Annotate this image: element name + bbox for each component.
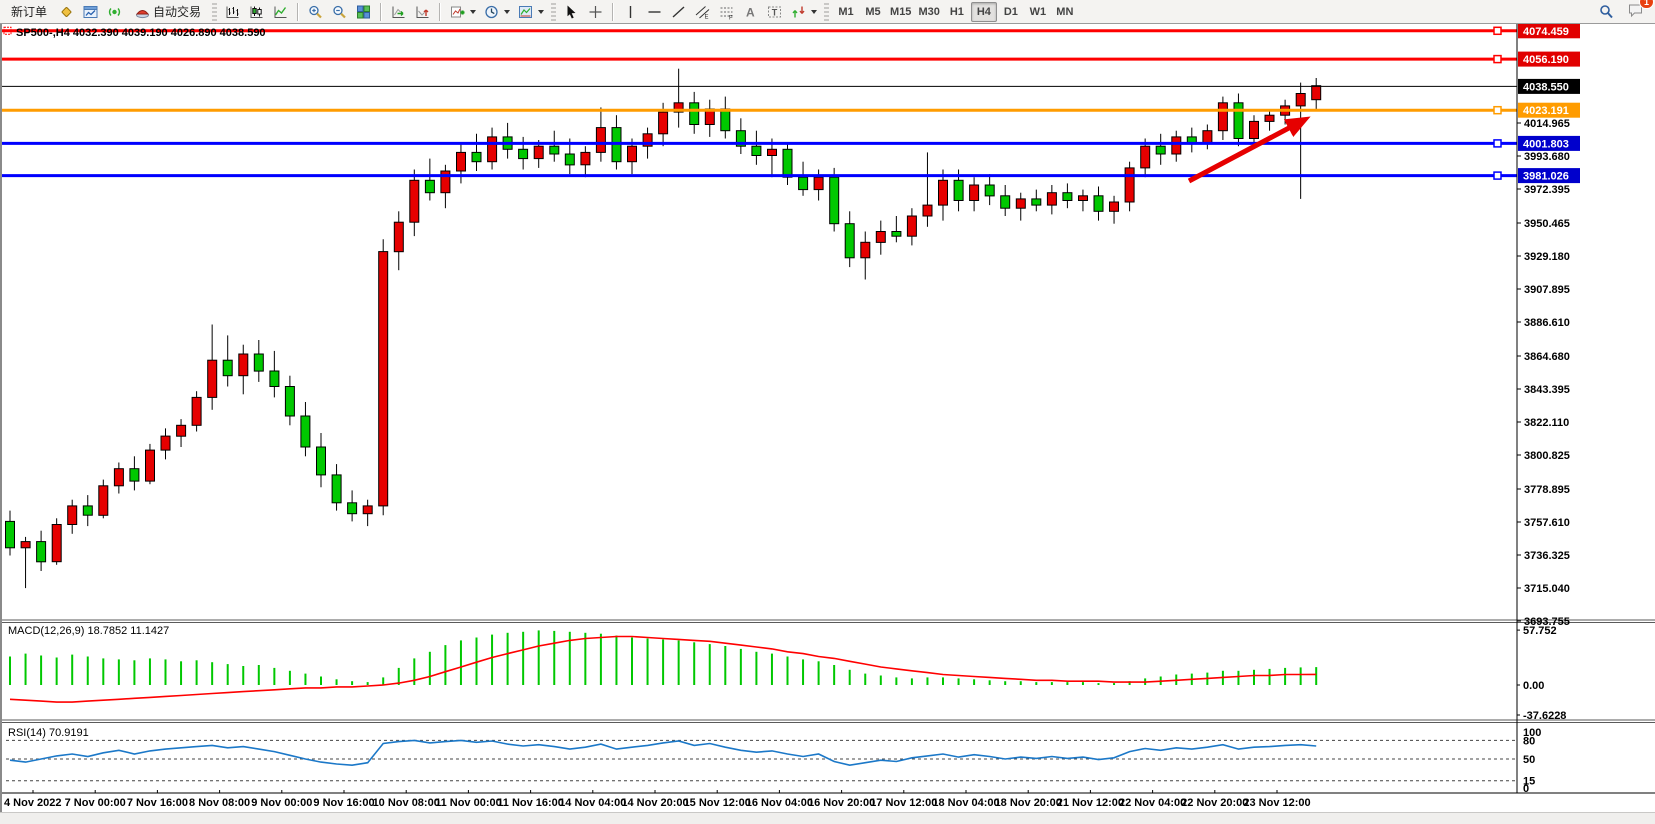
arrows-icon <box>790 4 807 20</box>
timeframe-m5-button[interactable]: M5 <box>860 2 886 22</box>
periods-button[interactable] <box>480 2 513 22</box>
svg-text:A: A <box>746 5 755 19</box>
objects-window-icon <box>414 4 431 20</box>
line-chart-button[interactable] <box>269 2 292 22</box>
chevron-down-icon <box>504 10 510 14</box>
time-axis[interactable] <box>2 793 1517 815</box>
candlestick-chart-icon <box>248 4 265 20</box>
autotrading-label: 自动交易 <box>153 3 201 20</box>
fibonacci-button[interactable]: F <box>715 2 738 22</box>
signal-icon <box>106 4 123 20</box>
zoom-out-icon <box>331 4 348 20</box>
timeframe-m1-button[interactable]: M1 <box>833 2 859 22</box>
autotrading-icon <box>134 4 151 20</box>
indicators-window-icon <box>390 4 407 20</box>
add-indicator-icon <box>449 4 466 20</box>
svg-text:T: T <box>772 7 778 17</box>
zoom-out-button[interactable] <box>328 2 351 22</box>
crosshair-button[interactable] <box>584 2 607 22</box>
trendline-button[interactable] <box>667 2 690 22</box>
notification-badge: 1 <box>1639 0 1654 9</box>
candlestick-chart-button[interactable] <box>245 2 268 22</box>
text-button[interactable]: A <box>739 2 762 22</box>
template-icon <box>517 4 534 20</box>
horizontal-line-button[interactable] <box>643 2 666 22</box>
rsi-indicator-label: RSI(14) 70.9191 <box>8 727 89 739</box>
fibonacci-icon: F <box>718 4 735 20</box>
equidistant-channel-button[interactable]: E <box>691 2 714 22</box>
vertical-line-button[interactable] <box>619 2 642 22</box>
trendline-icon <box>670 4 687 20</box>
toolbar: 新订单 自动交易 E F A T M1 M5 M15 M30 H1 H4 D1 … <box>0 0 1655 24</box>
svg-text:E: E <box>705 14 709 20</box>
new-order-label: 新订单 <box>11 3 47 20</box>
cursor-icon <box>563 4 580 20</box>
timeframe-d1-button[interactable]: D1 <box>998 2 1024 22</box>
bar-chart-icon <box>224 4 241 20</box>
macd-indicator-label: MACD(12,26,9) 18.7852 11.1427 <box>8 625 169 637</box>
zoom-in-button[interactable] <box>304 2 327 22</box>
crosshair-icon <box>587 4 604 20</box>
indicators-window-button[interactable] <box>387 2 410 22</box>
template-button[interactable] <box>514 2 547 22</box>
toolbar-separator <box>612 3 614 21</box>
horizontal-line-icon <box>646 4 663 20</box>
equidistant-channel-icon: E <box>694 4 711 20</box>
market-watch-icon <box>58 4 75 20</box>
chart-window: 4014.9653993.6803972.3953950.4653929.180… <box>0 24 1655 812</box>
toolbar-separator <box>297 3 299 21</box>
toolbar-separator <box>439 3 441 21</box>
tile-windows-button[interactable] <box>352 2 375 22</box>
chart-title: SP500-,H4 4032.390 4039.190 4026.890 403… <box>16 27 266 39</box>
tile-windows-icon <box>355 4 372 20</box>
search-icon <box>1598 4 1615 20</box>
toolbar-separator <box>380 3 382 21</box>
chevron-down-icon <box>470 10 476 14</box>
add-indicator-button[interactable] <box>446 2 479 22</box>
data-window-icon <box>82 4 99 20</box>
toolbar-drag-handle[interactable] <box>212 3 217 21</box>
arrows-button[interactable] <box>787 2 820 22</box>
timeframe-m30-button[interactable]: M30 <box>915 2 942 22</box>
toolbar-drag-handle[interactable] <box>824 3 829 21</box>
zoom-in-icon <box>307 4 324 20</box>
data-window-button[interactable] <box>79 2 102 22</box>
timeframe-mn-button[interactable]: MN <box>1052 2 1078 22</box>
autotrading-button[interactable]: 自动交易 <box>127 2 208 22</box>
toolbar-drag-handle[interactable] <box>551 3 556 21</box>
line-chart-icon <box>272 4 289 20</box>
market-watch-button[interactable] <box>55 2 78 22</box>
bar-chart-button[interactable] <box>221 2 244 22</box>
cursor-button[interactable] <box>560 2 583 22</box>
new-order-button[interactable]: 新订单 <box>4 2 54 22</box>
svg-text:F: F <box>729 15 733 20</box>
search-button[interactable] <box>1595 2 1618 22</box>
chevron-down-icon <box>811 10 817 14</box>
signal-button[interactable] <box>103 2 126 22</box>
timeframe-h4-button[interactable]: H4 <box>971 2 997 22</box>
chevron-down-icon <box>538 10 544 14</box>
text-label-icon: T <box>766 4 783 20</box>
text-icon: A <box>742 4 759 20</box>
timeframe-m15-button[interactable]: M15 <box>887 2 914 22</box>
chart-canvas[interactable]: 4014.9653993.6803972.3953950.4653929.180… <box>2 24 1655 812</box>
clock-icon <box>483 4 500 20</box>
vertical-line-icon <box>622 4 639 20</box>
objects-window-button[interactable] <box>411 2 434 22</box>
text-label-button[interactable]: T <box>763 2 786 22</box>
timeframe-w1-button[interactable]: W1 <box>1025 2 1051 22</box>
price-axis[interactable] <box>1517 24 1655 793</box>
timeframe-h1-button[interactable]: H1 <box>944 2 970 22</box>
